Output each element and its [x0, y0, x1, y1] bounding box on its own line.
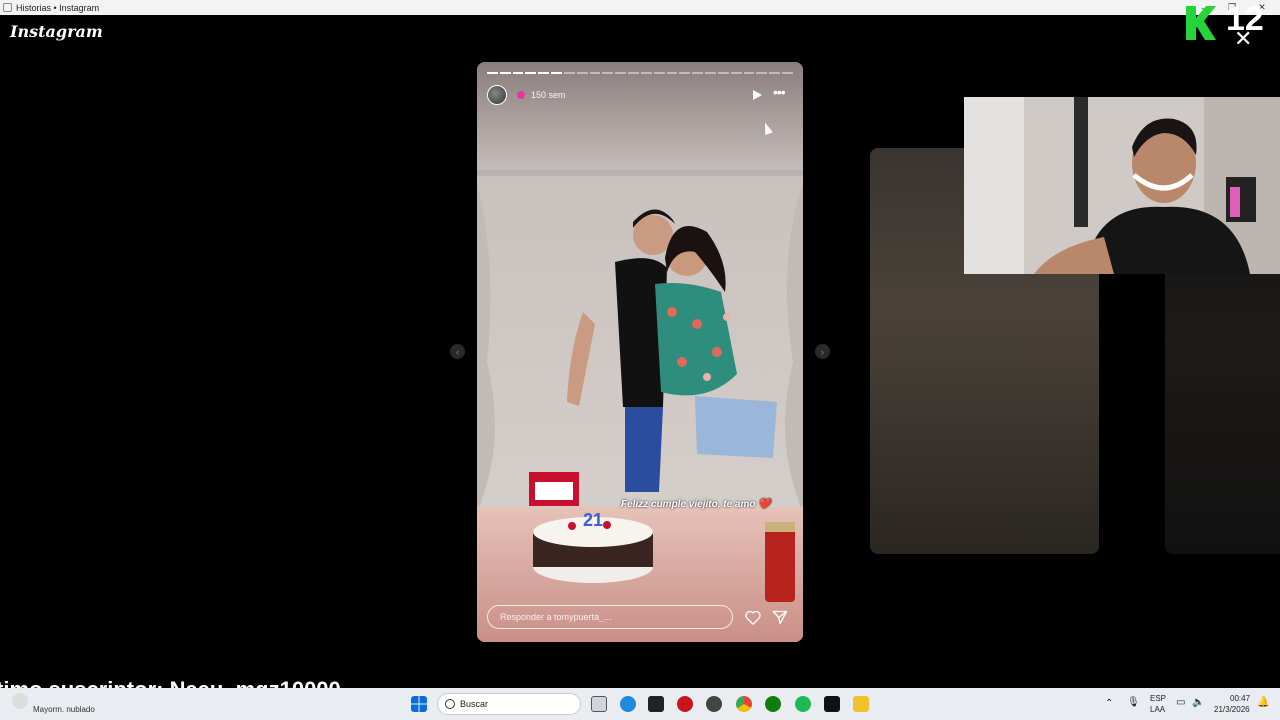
progress-segment — [653, 72, 665, 74]
story-photo: 21 — [477, 62, 803, 642]
play-icon[interactable] — [753, 90, 762, 100]
edge-icon[interactable] — [620, 696, 636, 712]
story-viewer[interactable]: 21 150 sem ••• Felizz cumple viejito, te… — [477, 62, 803, 642]
brand-k-logo — [1186, 6, 1216, 40]
red-app-icon[interactable] — [677, 696, 693, 712]
reply-field[interactable] — [487, 605, 733, 629]
progress-segment — [576, 72, 588, 74]
clock-time[interactable]: 00:47 — [1230, 694, 1250, 703]
window-title: Historias • Instagram — [16, 2, 100, 13]
next-story-button[interactable]: › — [815, 344, 830, 359]
progress-segment — [782, 72, 793, 74]
more-options-icon[interactable]: ••• — [773, 84, 786, 100]
progress-segment — [666, 72, 678, 74]
search-label: Buscar — [460, 699, 489, 709]
progress-segment — [628, 72, 639, 74]
instagram-logo[interactable]: Instagram — [10, 22, 103, 41]
progress-segment — [512, 72, 524, 74]
progress-segment — [640, 72, 652, 74]
weather-text: Mayorm. nublado — [33, 705, 95, 714]
task-view-icon[interactable] — [591, 696, 607, 712]
progress-segment — [717, 72, 729, 74]
progress-segment — [487, 72, 498, 74]
progress-segment — [589, 72, 601, 74]
taskbar-search[interactable]: Buscar — [437, 693, 581, 715]
story-time-ago: 150 sem — [531, 90, 566, 100]
progress-segment — [602, 72, 614, 74]
progress-segment — [538, 72, 550, 74]
progress-segment — [743, 72, 755, 74]
close-story-button[interactable]: ✕ — [1234, 26, 1252, 52]
progress-segment — [499, 72, 511, 74]
file-explorer-icon[interactable] — [853, 696, 869, 712]
start-button-icon[interactable] — [411, 696, 427, 712]
story-header: 150 sem ••• — [487, 84, 793, 136]
progress-segment — [692, 72, 704, 74]
taskbar — [0, 688, 1280, 720]
progress-segment — [615, 72, 627, 74]
window-titlebar: Historias • Instagram – ❐ ✕ — [0, 0, 1280, 15]
close-friends-icon — [517, 91, 525, 99]
progress-segment — [679, 72, 691, 74]
clock-date[interactable]: 21/3/2026 — [1214, 705, 1250, 714]
obs-icon[interactable] — [706, 696, 722, 712]
notifications-icon[interactable]: 🔔 — [1257, 697, 1269, 708]
lang-top[interactable]: ESP — [1150, 694, 1166, 703]
avatar[interactable] — [487, 85, 507, 105]
lang-bottom[interactable]: LAA — [1150, 705, 1165, 714]
progress-segment — [730, 72, 742, 74]
weather-icon[interactable] — [12, 693, 28, 709]
browser-icon — [3, 3, 12, 12]
webcam-overlay — [964, 97, 1280, 274]
progress-segment — [769, 72, 781, 74]
volume-icon[interactable]: 🔈 — [1192, 697, 1204, 708]
progress-segment — [705, 72, 716, 74]
cake-number-candle: 21 — [583, 510, 603, 530]
chrome-icon[interactable] — [736, 696, 752, 712]
network-icon[interactable]: ▭ — [1176, 697, 1185, 708]
microphone-icon[interactable]: 🎙 — [1127, 697, 1140, 708]
spotify-icon[interactable] — [795, 696, 811, 712]
search-icon — [445, 699, 455, 709]
progress-segment — [756, 72, 768, 74]
media-app-icon[interactable] — [648, 696, 664, 712]
reply-input[interactable] — [488, 606, 732, 628]
story-caption: Felizz cumple viejito, te amo ❤️ — [621, 499, 771, 510]
send-icon[interactable] — [772, 610, 788, 625]
story-progress-bar — [487, 72, 793, 74]
tray-chevron-icon[interactable]: ⌃ — [1105, 698, 1113, 709]
progress-segment — [563, 72, 575, 74]
like-heart-icon[interactable] — [745, 610, 761, 625]
capcut-icon[interactable] — [824, 696, 840, 712]
previous-story-button[interactable]: ‹ — [450, 344, 465, 359]
xbox-icon[interactable] — [765, 696, 781, 712]
progress-segment — [551, 72, 562, 74]
progress-segment — [525, 72, 537, 74]
